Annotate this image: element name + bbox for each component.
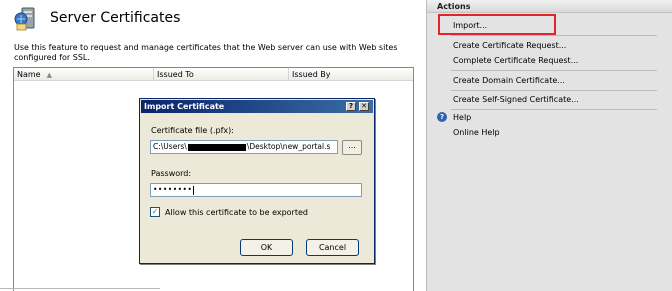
password-label: Password: [151, 169, 192, 178]
action-import[interactable]: Import... [453, 21, 487, 30]
column-header-name[interactable]: Name ▲ [14, 68, 154, 81]
password-input[interactable]: •••••••• [150, 183, 362, 197]
certificate-file-input[interactable]: C:\Users\ \Desktop\new_portal.s [150, 140, 338, 154]
cancel-button[interactable]: Cancel [306, 239, 359, 256]
dialog-titlebar[interactable]: Import Certificate ? ✕ [141, 100, 373, 113]
close-button[interactable]: ✕ [359, 102, 369, 111]
action-create-domain-certificate[interactable]: Create Domain Certificate... [453, 76, 565, 85]
actions-separator [451, 70, 657, 71]
page-description: Use this feature to request and manage c… [14, 43, 398, 62]
help-icon: ? [437, 112, 447, 122]
server-certificate-icon [14, 7, 35, 31]
list-header: Name ▲ Issued To Issued By [14, 68, 413, 81]
actions-header: Actions [427, 0, 672, 13]
help-button[interactable]: ? [346, 102, 356, 111]
redacted-username [187, 143, 246, 151]
status-divider [0, 288, 160, 289]
text-caret [193, 185, 195, 195]
action-help[interactable]: Help [453, 113, 471, 122]
ok-button[interactable]: OK [240, 239, 293, 256]
allow-export-checkbox[interactable]: ✓ [150, 207, 160, 217]
action-create-self-signed-certificate[interactable]: Create Self-Signed Certificate... [453, 95, 579, 104]
actions-pane: Actions Import... Create Certificate Req… [426, 0, 672, 291]
sort-ascending-icon: ▲ [46, 71, 52, 79]
actions-title: Actions [437, 2, 471, 11]
column-header-issued-by[interactable]: Issued By [289, 68, 414, 81]
actions-separator [451, 35, 657, 36]
column-header-issued-to[interactable]: Issued To [154, 68, 289, 81]
certificate-file-label: Certificate file (.pfx): [151, 126, 234, 135]
dialog-title: Import Certificate [144, 102, 225, 111]
action-complete-certificate-request[interactable]: Complete Certificate Request... [453, 56, 578, 65]
import-certificate-dialog: Import Certificate ? ✕ Certificate file … [139, 98, 375, 264]
page-title: Server Certificates [50, 10, 181, 26]
action-create-certificate-request[interactable]: Create Certificate Request... [453, 41, 566, 50]
actions-separator [451, 109, 657, 110]
browse-button[interactable]: ... [342, 140, 362, 155]
action-online-help[interactable]: Online Help [453, 128, 500, 137]
allow-export-label[interactable]: Allow this certificate to be exported [165, 208, 308, 217]
actions-separator [451, 90, 657, 91]
